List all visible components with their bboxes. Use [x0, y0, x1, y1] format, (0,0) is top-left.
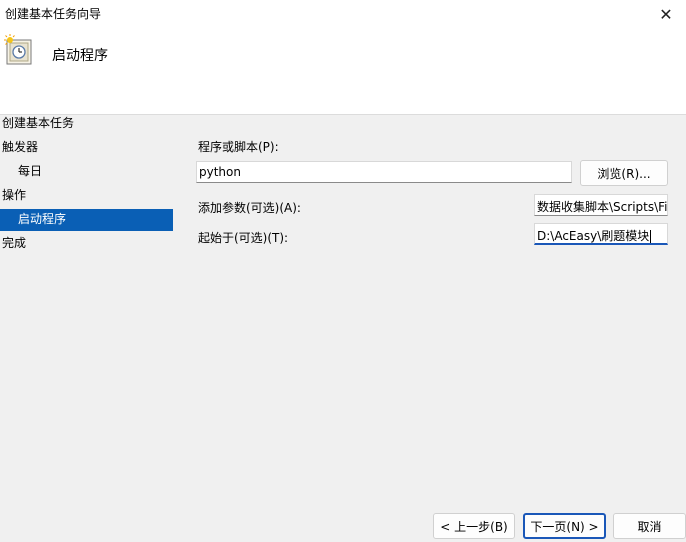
- close-icon: ✕: [659, 4, 673, 24]
- step-action[interactable]: 操作: [2, 185, 175, 207]
- close-button[interactable]: ✕: [646, 0, 686, 28]
- cancel-button[interactable]: 取消: [613, 513, 686, 539]
- step-create-basic-task[interactable]: 创建基本任务: [2, 113, 175, 135]
- start-in-label: 起始于(可选)(T):: [198, 231, 289, 245]
- wizard-header: 启动程序: [0, 28, 686, 115]
- start-in-value: D:\AcEasy\刷题模块: [537, 229, 650, 243]
- task-clock-icon: [4, 34, 32, 65]
- back-button[interactable]: < 上一步(B): [433, 513, 515, 539]
- browse-button[interactable]: 浏览(R)...: [580, 160, 668, 186]
- step-trigger[interactable]: 触发器: [2, 137, 175, 159]
- program-input[interactable]: python: [196, 161, 572, 183]
- step-daily[interactable]: 每日: [18, 161, 175, 183]
- title-bar: 创建基本任务向导 ✕: [0, 0, 686, 28]
- step-start-program[interactable]: 启动程序: [0, 209, 173, 231]
- args-label: 添加参数(可选)(A):: [198, 201, 301, 215]
- start-in-input[interactable]: D:\AcEasy\刷题模块: [534, 223, 668, 245]
- step-finish[interactable]: 完成: [2, 233, 175, 255]
- args-input[interactable]: 数据收集脚本\Scripts\Fi: [534, 194, 668, 216]
- next-button[interactable]: 下一页(N) >: [523, 513, 606, 539]
- program-label: 程序或脚本(P):: [198, 140, 279, 154]
- window-title: 创建基本任务向导: [5, 7, 102, 21]
- page-title: 启动程序: [52, 48, 108, 64]
- text-caret: [650, 229, 652, 243]
